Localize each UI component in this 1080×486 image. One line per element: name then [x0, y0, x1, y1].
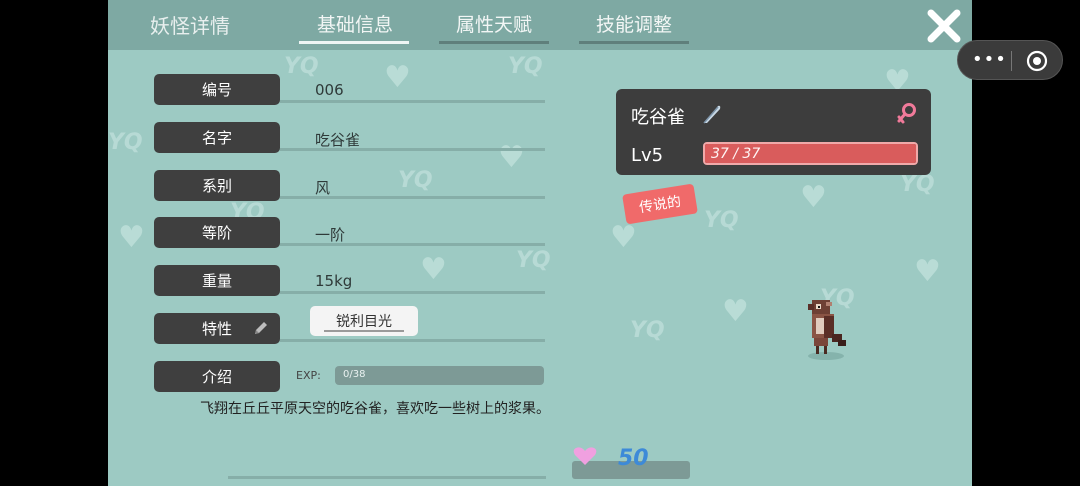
capsule-divider: [1011, 51, 1012, 71]
monster-level: Lv5: [631, 145, 664, 166]
heart-deco-icon: ♥: [722, 294, 749, 329]
label-trait[interactable]: 特性: [154, 313, 280, 344]
label-trait-text: 特性: [201, 320, 232, 338]
trait-button[interactable]: 锐利目光: [310, 306, 418, 336]
heart-deco-icon: ♥: [420, 252, 447, 287]
feather-icon: [702, 103, 722, 129]
more-dots-icon[interactable]: •••: [972, 49, 1007, 70]
label-element: 系别: [154, 170, 280, 201]
watermark: YQ: [704, 208, 739, 233]
label-name: 名字: [154, 122, 280, 153]
row-divider: [280, 148, 545, 151]
label-intro: 介绍: [154, 361, 280, 392]
watermark: YQ: [108, 130, 143, 155]
row-divider: [280, 100, 545, 103]
tab-basic-info[interactable]: 基础信息: [300, 10, 410, 37]
row-divider: [280, 243, 545, 246]
watermark: YQ: [900, 172, 935, 197]
monster-description: 飞翔在丘丘平原天空的吃谷雀，喜欢吃一些树上的浆果。: [200, 401, 550, 417]
heart-deco-icon: ♥: [610, 220, 637, 255]
watermark: YQ: [508, 54, 543, 79]
tab-attribute-talent-underline: [439, 41, 549, 44]
game-screen: YQ YQ YQ YQ YQ YQ YQ YQ YQ YQ ♥ ♥ ♥ ♥ ♥ …: [108, 0, 972, 486]
edit-pencil-icon: [252, 319, 270, 341]
label-weight: 重量: [154, 265, 280, 296]
watermark: YQ: [398, 168, 433, 193]
close-icon[interactable]: [926, 8, 962, 44]
heart-deco-icon: ♥: [914, 254, 941, 289]
female-icon: [896, 102, 918, 130]
tab-basic-info-underline: [299, 41, 409, 44]
heart-icon: [572, 446, 598, 470]
heart-deco-icon: ♥: [384, 60, 411, 95]
heart-deco-icon: ♥: [118, 220, 145, 255]
hp-text: 37 / 37: [711, 146, 761, 162]
row-divider: [280, 339, 545, 342]
heart-deco-icon: ♥: [498, 140, 525, 175]
watermark: YQ: [630, 318, 665, 343]
value-weight: 15kg: [315, 272, 353, 290]
trait-button-underline: [324, 330, 404, 332]
trait-button-label: 锐利目光: [336, 314, 392, 330]
rarity-badge: 传说的: [622, 183, 698, 225]
watermark: YQ: [516, 248, 551, 273]
tab-skill-adjust-underline: [579, 41, 689, 44]
value-element: 风: [315, 179, 331, 197]
label-rank: 等阶: [154, 217, 280, 248]
miniprogram-capsule: •••: [957, 40, 1063, 80]
currency-amount: 50: [618, 446, 649, 471]
label-id: 编号: [154, 74, 280, 105]
page-title: 妖怪详情: [150, 14, 230, 38]
row-divider: [280, 291, 545, 294]
heart-deco-icon: ♥: [800, 180, 827, 215]
exp-bar: 0/38: [335, 366, 544, 385]
hp-bar: 37 / 37: [703, 142, 918, 165]
watermark: YQ: [284, 54, 319, 79]
monster-status-panel: 吃谷雀 Lv5 37 / 37: [616, 89, 931, 175]
value-name: 吃谷雀: [315, 131, 361, 149]
value-rank: 一阶: [315, 226, 346, 244]
tab-attribute-talent[interactable]: 属性天赋: [439, 10, 549, 37]
monster-name: 吃谷雀: [631, 107, 685, 128]
monster-sprite: [798, 294, 852, 364]
value-id: 006: [315, 81, 344, 99]
bottom-divider: [228, 476, 546, 479]
tab-skill-adjust[interactable]: 技能调整: [579, 10, 689, 37]
exp-text: 0/38: [343, 369, 366, 380]
target-circle-icon[interactable]: [1026, 50, 1048, 76]
exp-label: EXP:: [296, 369, 321, 382]
row-divider: [280, 196, 545, 199]
